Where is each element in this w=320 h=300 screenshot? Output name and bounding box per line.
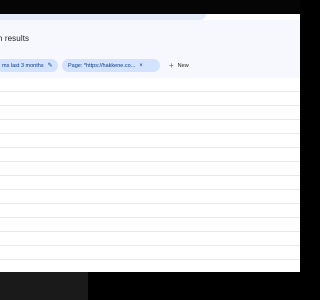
table-row[interactable] <box>0 162 300 176</box>
close-icon[interactable]: × <box>139 63 143 69</box>
bottom-bar <box>0 272 300 300</box>
edit-icon[interactable]: ✎ <box>48 62 53 69</box>
top-bar <box>0 0 300 14</box>
bottom-panel <box>0 272 88 300</box>
table-row[interactable] <box>0 120 300 134</box>
table-row[interactable] <box>0 148 300 162</box>
date-filter-chip[interactable]: ms last 3 months ✎ <box>0 59 58 72</box>
page-title: h results <box>0 34 30 43</box>
table-row[interactable] <box>0 232 300 246</box>
new-filter-label: New <box>177 62 189 69</box>
table-row[interactable] <box>0 218 300 232</box>
table-row[interactable] <box>0 190 300 204</box>
table-row[interactable] <box>0 204 300 218</box>
page-filter-label: Page: *https://hakkene.co... <box>68 62 136 69</box>
page-filter-chip[interactable]: Page: *https://hakkene.co... × <box>62 59 160 72</box>
results-header: h results ms last 3 months ✎ Page: *http… <box>0 20 300 78</box>
new-filter-button[interactable]: + New <box>169 59 189 72</box>
table-row[interactable] <box>0 246 300 260</box>
table-row[interactable] <box>0 176 300 190</box>
results-table <box>0 78 300 260</box>
table-row[interactable] <box>0 78 300 92</box>
table-row[interactable] <box>0 106 300 120</box>
table-row[interactable] <box>0 92 300 106</box>
plus-icon: + <box>169 60 174 70</box>
table-row[interactable] <box>0 134 300 148</box>
date-filter-label: ms last 3 months <box>2 62 44 69</box>
search-results-panel: h results ms last 3 months ✎ Page: *http… <box>0 14 300 272</box>
